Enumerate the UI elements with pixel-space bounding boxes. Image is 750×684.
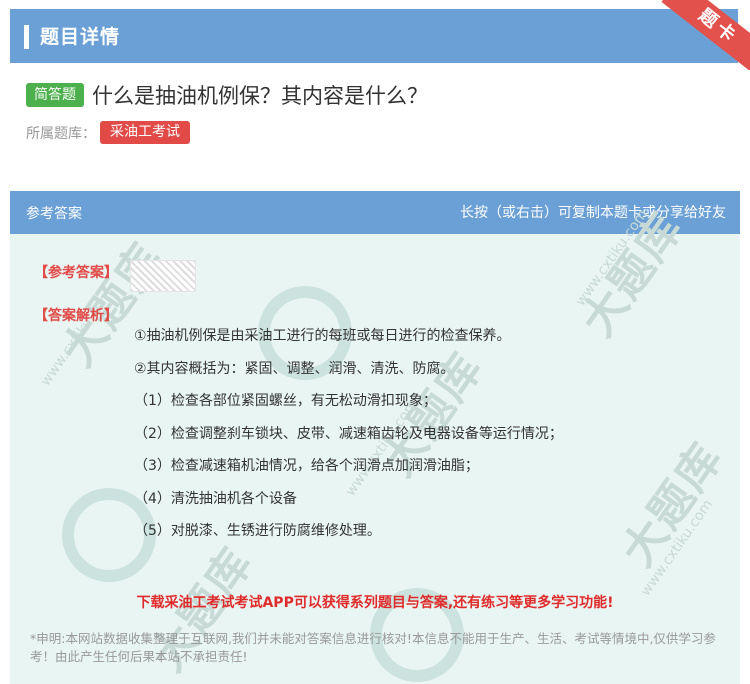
analysis-line: （1）检查各部位紧固螺丝，有无松动滑扣现象； xyxy=(134,393,437,409)
analysis-line: （2）检查调整刹车锁块、皮带、减速箱齿轮及电器设备等运行情况； xyxy=(134,425,563,442)
page-title: 题目详情 xyxy=(40,26,121,48)
question-row: 简答题 什么是抽油机例保？其内容是什么？ xyxy=(26,80,428,110)
question-type-tag: 简答题 xyxy=(26,83,84,107)
analysis-line: （5）对脱漆、生锈进行防腐维修处理。 xyxy=(134,523,381,539)
app-download-promo[interactable]: 下载采油工考试考试APP可以获得系列题目与答案,还有练习等更多学习功能! xyxy=(0,592,750,612)
analysis-line: ②其内容概括为：紧固、调整、润滑、清洗、防腐。 xyxy=(134,360,455,377)
source-bank-link[interactable]: 采油工考试 xyxy=(100,121,190,144)
corner-badge: 题卡 xyxy=(640,0,750,70)
analysis-label: 【答案解析】 xyxy=(34,308,118,324)
disclaimer-text: *申明:本网站数据收集整理于互联网,我们并未能对答案信息进行核对!本信息不能用于… xyxy=(30,631,716,664)
page-header: 题目详情 xyxy=(10,9,738,63)
analysis-line: （4）清洗抽油机各个设备 xyxy=(134,490,297,507)
answer-label: 【参考答案】 xyxy=(34,265,118,281)
analysis-line: ①抽油机例保是由采油工进行的每班或每日进行的检查保养。 xyxy=(134,328,511,344)
answer-header-hint: 长按（或右击）可复制本题卡或分享给好友 xyxy=(460,205,726,221)
answer-image-placeholder xyxy=(130,260,196,292)
question-source-row: 所属题库： 采油工考试 xyxy=(26,121,190,144)
analysis-content: ①抽油机例保是由采油工进行的每班或每日进行的检查保养。 ②其内容概括为：紧固、调… xyxy=(134,320,563,548)
question-text: 什么是抽油机例保？其内容是什么？ xyxy=(92,84,428,108)
source-label: 所属题库： xyxy=(26,125,96,142)
analysis-line: （3）检查减速箱机油情况，给各个润滑点加润滑油脂； xyxy=(134,458,479,474)
answer-header-title: 参考答案 xyxy=(26,206,82,222)
header-accent-bar xyxy=(24,25,29,49)
corner-badge-label: 题卡 xyxy=(661,0,750,70)
